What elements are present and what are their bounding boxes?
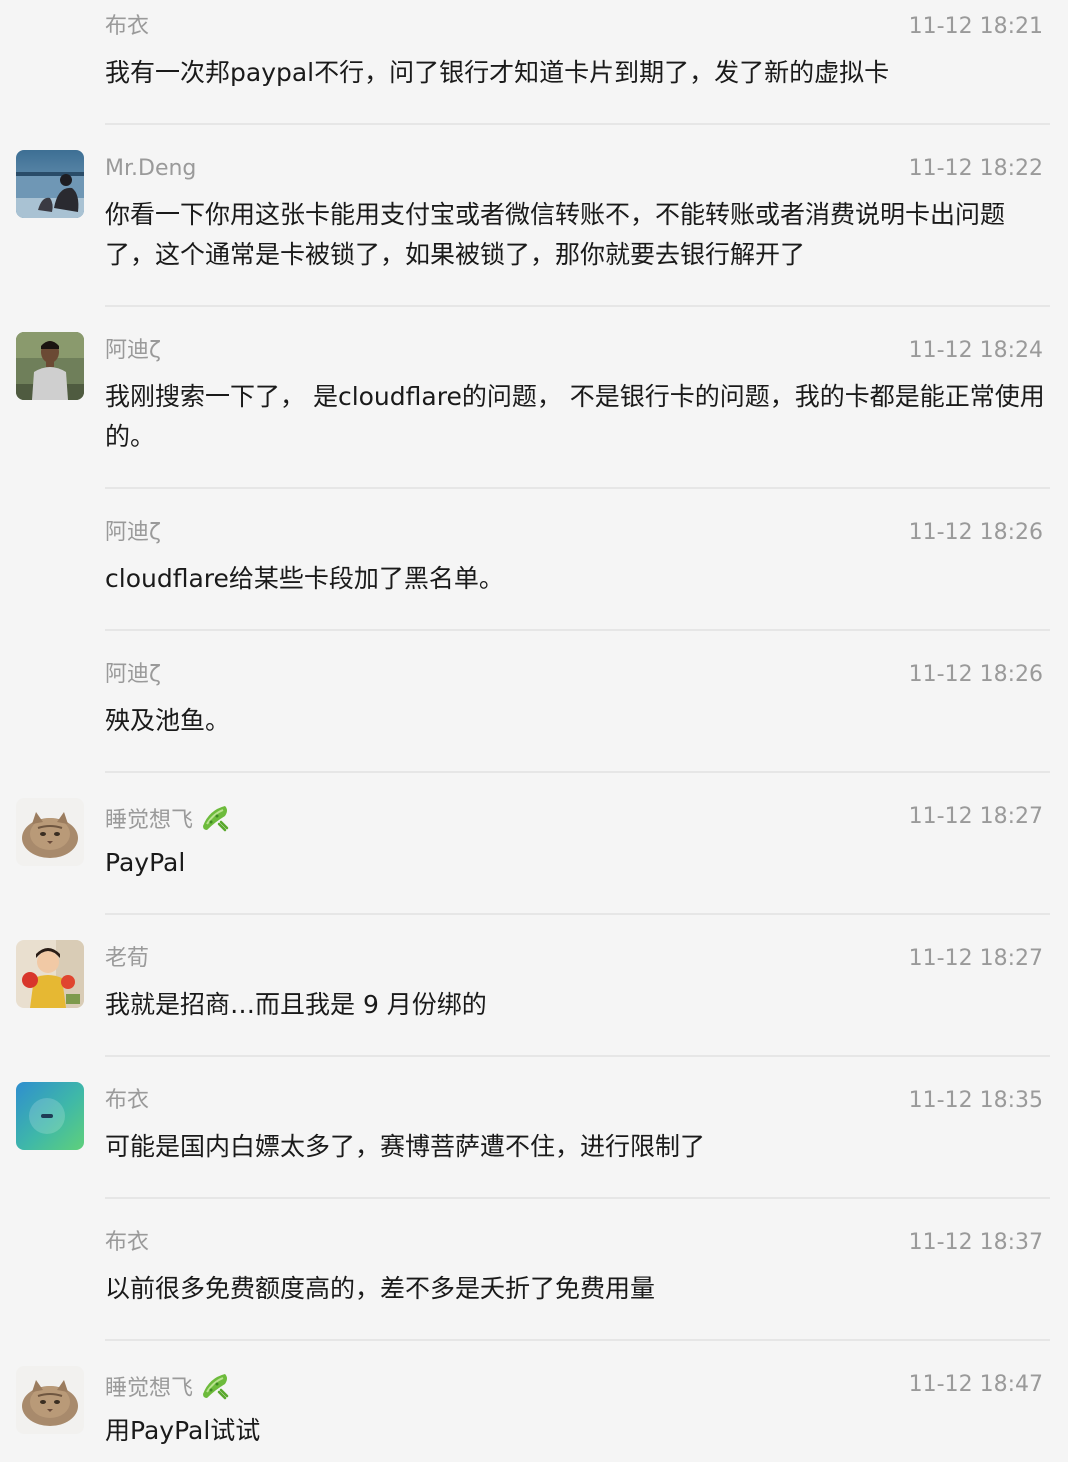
message-divider (105, 1197, 1050, 1199)
message-time: 11-12 18:22 (908, 156, 1043, 181)
sender-name[interactable]: 布衣 (105, 12, 149, 42)
sender-name[interactable]: 睡觉想飞 (105, 1370, 231, 1409)
sender-name[interactable]: Mr.Deng (105, 154, 196, 184)
message-divider (105, 771, 1050, 773)
sender-name[interactable]: 阿迪ζ (105, 336, 161, 366)
message-time: 11-12 18:26 (908, 662, 1043, 687)
avatar[interactable] (16, 798, 84, 866)
message-divider (105, 913, 1050, 915)
avatar[interactable] (16, 1082, 84, 1150)
message-time: 11-12 18:27 (908, 946, 1043, 971)
message-text: 可能是国内白嫖太多了，赛博菩萨遭不住，进行限制了 (105, 1132, 706, 1161)
child-photo-icon (16, 940, 84, 1008)
message-text: 我就是招商…而且我是 9 月份绑的 (105, 990, 487, 1019)
message-text: 你看一下你用这张卡能用支付宝或者微信转账不，不能转账或者消费说明卡出问题了，这个… (105, 200, 1006, 269)
chat-log: 布衣 11-12 18:21 我有一次邦paypal不行，问了银行才知道卡片到期… (0, 0, 1068, 1462)
message-divider (105, 1055, 1050, 1057)
message-divider (105, 123, 1050, 125)
message-time: 11-12 18:24 (908, 338, 1043, 363)
cat-photo-icon (16, 1366, 84, 1434)
message-time: 11-12 18:37 (908, 1230, 1043, 1255)
message-divider (105, 487, 1050, 489)
cucumber-badge-icon (199, 1370, 231, 1409)
sender-name[interactable]: 睡觉想飞 (105, 802, 231, 841)
sender-name[interactable]: 阿迪ζ (105, 660, 161, 690)
message-text: 我刚搜索一下了， 是cloudflare的问题， 不是银行卡的问题，我的卡都是能… (105, 382, 1045, 451)
person-photo-icon (16, 332, 84, 400)
sender-name[interactable]: 老荀 (105, 944, 149, 974)
sender-name-text: 睡觉想飞 (105, 1376, 194, 1401)
message-text: PayPal (105, 848, 186, 877)
message-time: 11-12 18:26 (908, 520, 1043, 545)
message-time: 11-12 18:21 (908, 14, 1043, 39)
message-divider (105, 305, 1050, 307)
sender-name[interactable]: 阿迪ζ (105, 518, 161, 548)
message-time: 11-12 18:35 (908, 1088, 1043, 1113)
avatar[interactable] (16, 940, 84, 1008)
message-time: 11-12 18:27 (908, 804, 1043, 829)
avatar[interactable] (16, 332, 84, 400)
cucumber-badge-icon (199, 802, 231, 841)
avatar[interactable] (16, 150, 84, 218)
cat-photo-icon (16, 798, 84, 866)
message-text: 殃及池鱼。 (105, 706, 231, 735)
message-time: 11-12 18:47 (908, 1372, 1043, 1397)
message-text: 我有一次邦paypal不行，问了银行才知道卡片到期了，发了新的虚拟卡 (105, 58, 890, 87)
message-text: 用PayPal试试 (105, 1416, 261, 1445)
message-text: cloudflare给某些卡段加了黑名单。 (105, 564, 504, 593)
message-divider (105, 1339, 1050, 1341)
message-divider (105, 629, 1050, 631)
sender-name-text: 睡觉想飞 (105, 808, 194, 833)
sender-name[interactable]: 布衣 (105, 1086, 149, 1116)
message-text: 以前很多免费额度高的，差不多是夭折了免费用量 (105, 1274, 656, 1303)
lake-photo-icon (16, 150, 84, 218)
gradient-avatar-icon (16, 1082, 84, 1150)
avatar[interactable] (16, 1366, 84, 1434)
sender-name[interactable]: 布衣 (105, 1228, 149, 1258)
